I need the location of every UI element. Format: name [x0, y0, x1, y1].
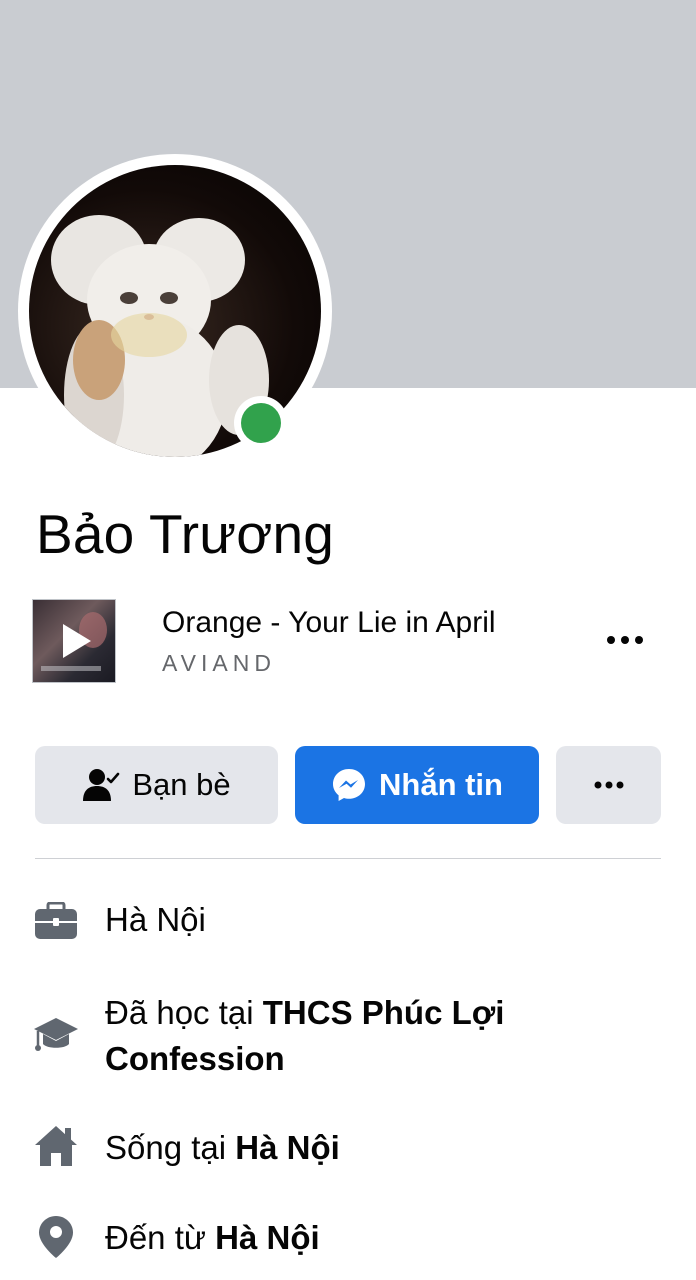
friends-button-label: Bạn bè — [132, 767, 231, 802]
message-button[interactable]: Nhắn tin — [295, 746, 539, 824]
more-horizontal-icon — [607, 636, 643, 644]
info-lives-place[interactable]: Hà Nội — [235, 1129, 340, 1166]
location-pin-icon — [32, 1215, 80, 1259]
briefcase-icon — [32, 902, 80, 940]
section-divider — [35, 858, 661, 859]
profile-name: Bảo Trương — [36, 503, 335, 565]
song-more-options-button[interactable] — [600, 620, 650, 660]
song-title[interactable]: Orange - Your Lie in April — [162, 606, 496, 640]
graduation-cap-icon — [32, 1016, 80, 1054]
info-from-prefix: Đến từ — [105, 1219, 216, 1256]
friends-button[interactable]: Bạn bè — [35, 746, 278, 824]
more-horizontal-icon — [594, 781, 623, 789]
online-status-indicator — [241, 403, 281, 443]
song-artist: AVIAND — [162, 650, 276, 676]
friend-check-icon — [82, 768, 120, 802]
info-from-place[interactable]: Hà Nội — [215, 1219, 320, 1256]
profile-more-button[interactable] — [556, 746, 661, 824]
home-icon — [32, 1125, 80, 1167]
info-work-text: Hà Nội — [105, 901, 206, 938]
play-icon — [41, 612, 107, 671]
info-lives-prefix: Sống tại — [105, 1129, 236, 1166]
messenger-icon — [331, 767, 367, 803]
song-thumbnail[interactable] — [32, 599, 116, 683]
info-education-prefix: Đã học tại — [105, 994, 263, 1031]
message-button-label: Nhắn tin — [379, 767, 503, 802]
